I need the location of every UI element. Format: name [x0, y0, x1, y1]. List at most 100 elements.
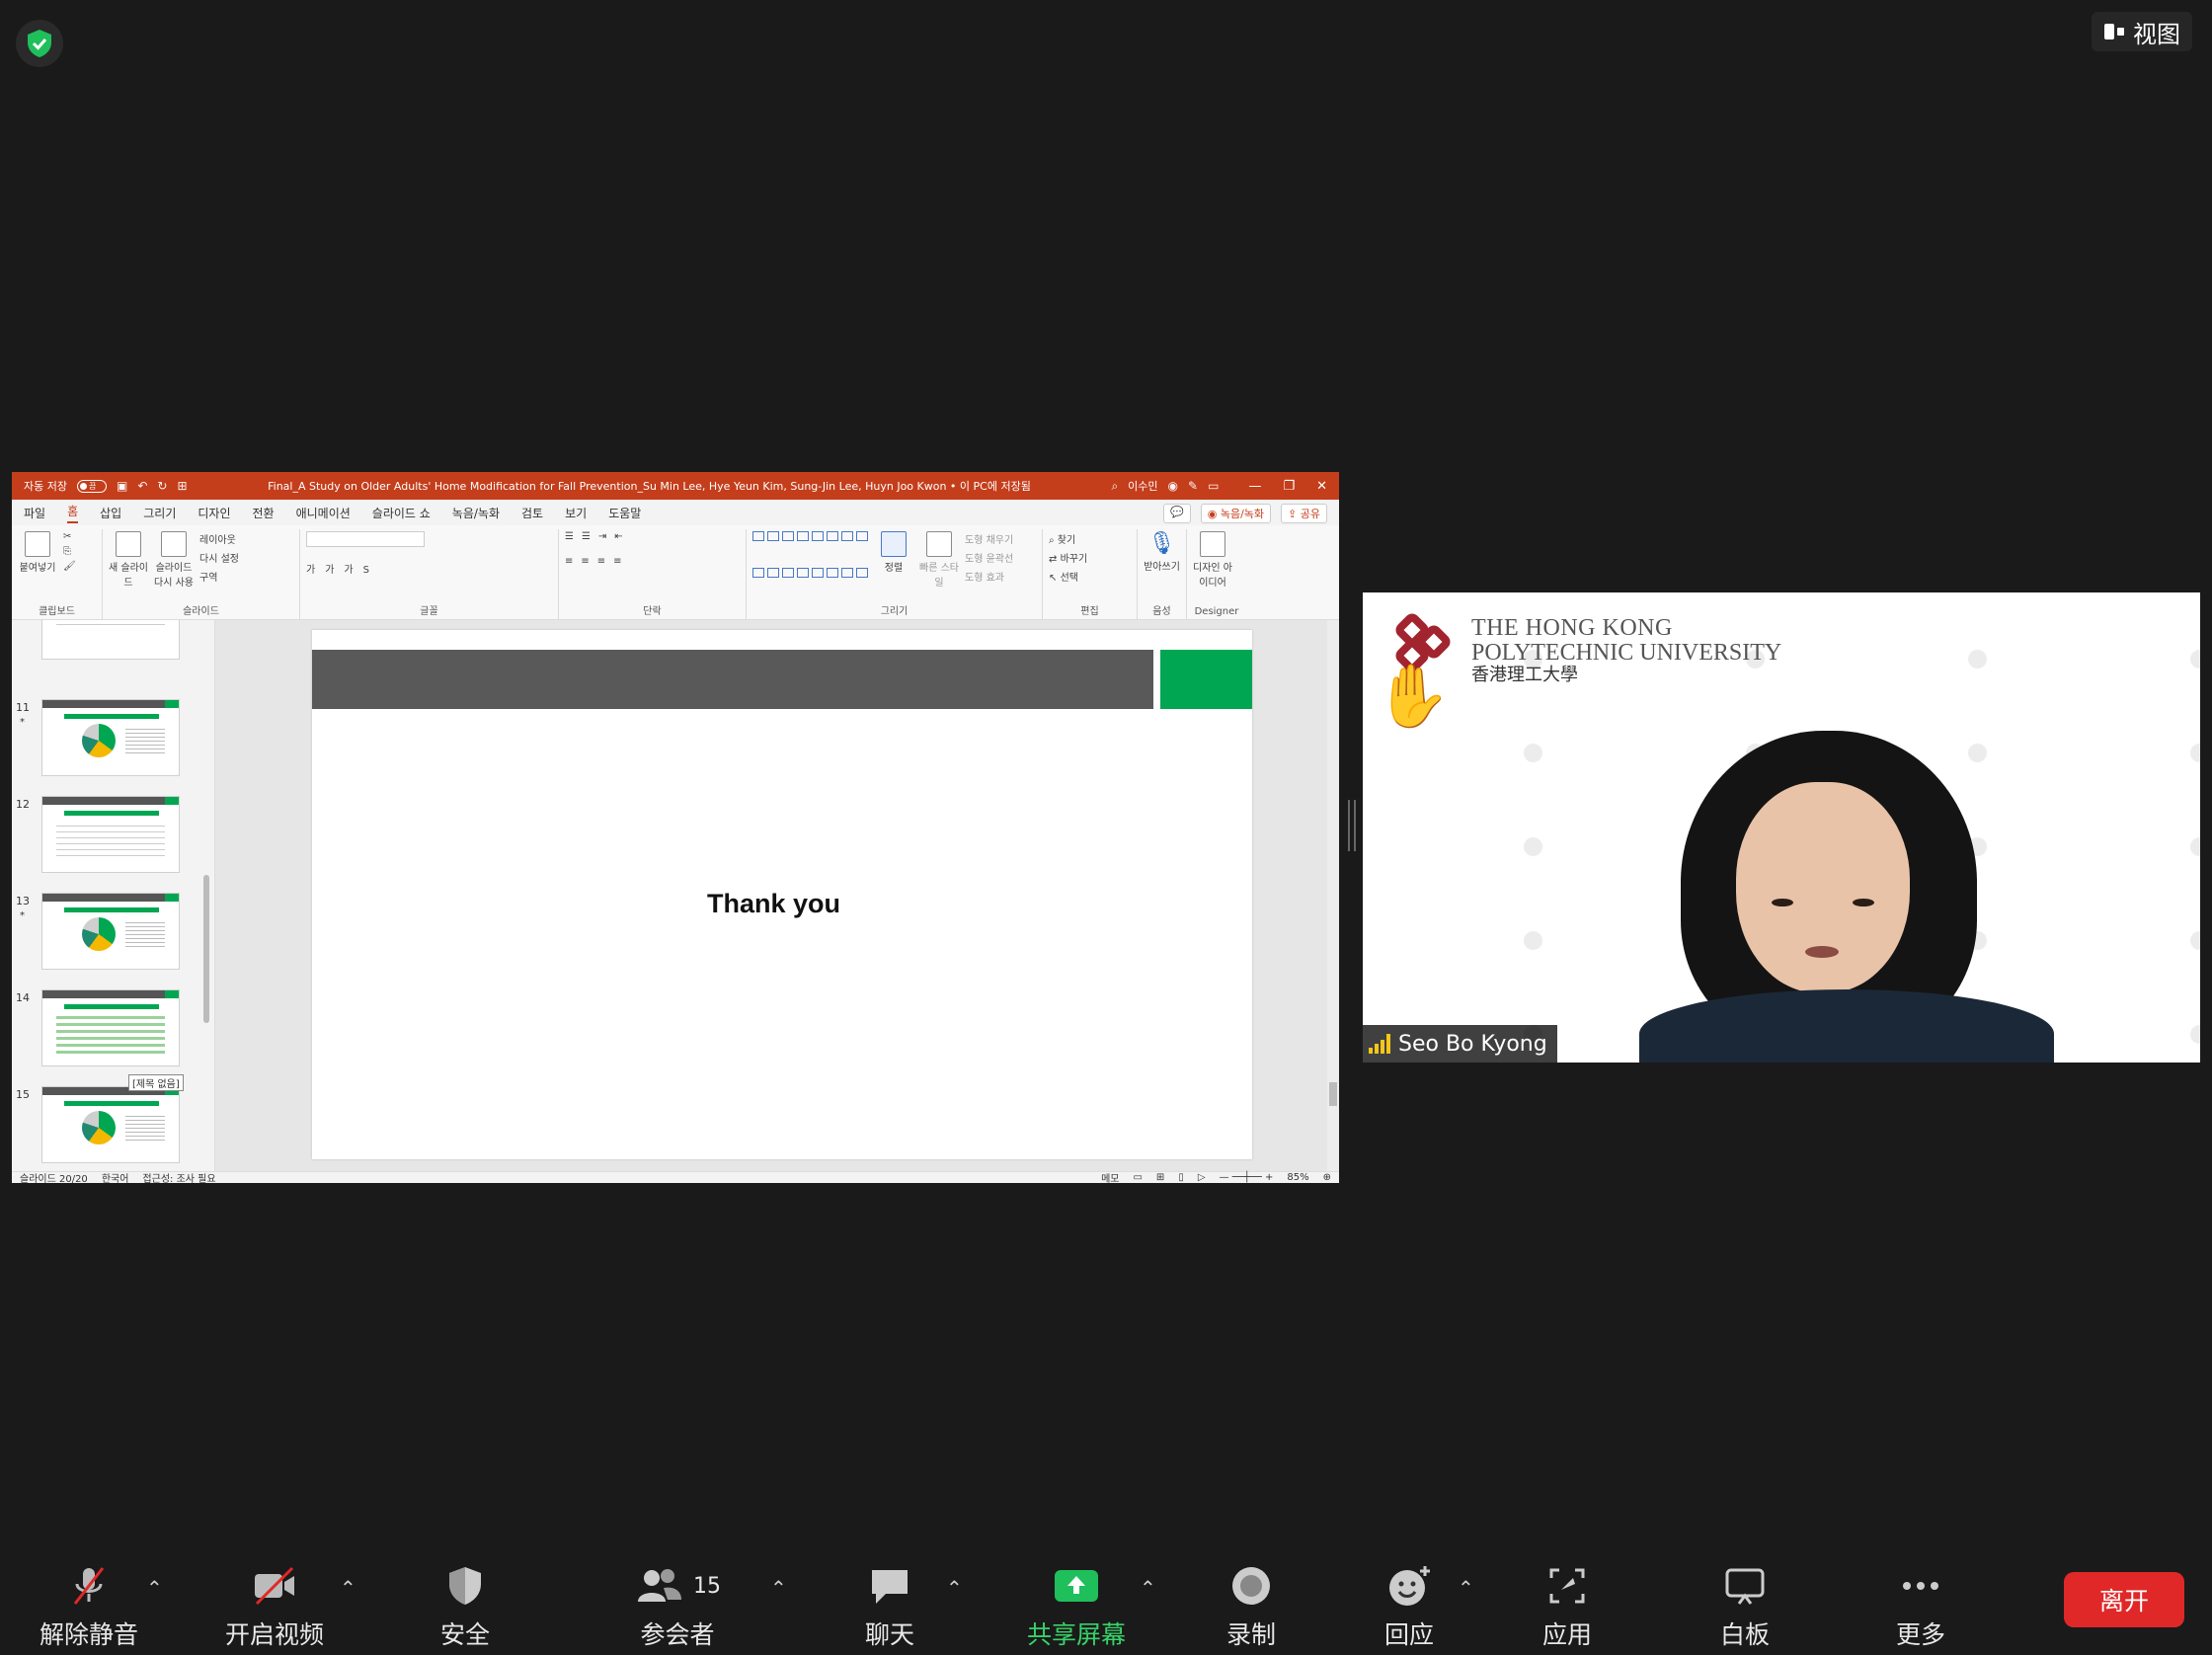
format-painter-icon[interactable]: 🖌 — [63, 561, 76, 572]
language[interactable]: 한국어 — [102, 1170, 129, 1183]
thumbnail-slide-13[interactable]: 13 * — [12, 893, 214, 972]
thumbnail-slide-11[interactable]: 11 * — [12, 699, 214, 778]
find-button[interactable]: ⌕ 찾기 — [1049, 531, 1087, 546]
view-sorter-icon[interactable]: ⊞ — [1156, 1172, 1164, 1183]
apps-button[interactable]: 应用 — [1542, 1564, 1592, 1651]
save-icon[interactable]: ▣ — [117, 479, 127, 493]
video-options-chevron-icon[interactable]: ⌃ — [340, 1576, 356, 1600]
participant-video-tile[interactable]: THE HONG KONG POLYTECHNIC UNIVERSITY 香港理… — [1363, 592, 2200, 1063]
record-button[interactable]: ◉ 녹음/녹화 — [1200, 504, 1272, 523]
slide-editor[interactable]: Thank you — [215, 620, 1339, 1171]
tab-transitions[interactable]: 전환 — [252, 505, 274, 521]
editor-scrollbar[interactable] — [1327, 620, 1339, 1171]
tab-file[interactable]: 파일 — [24, 505, 45, 521]
share-screen-button[interactable]: 共享屏幕 — [1027, 1564, 1126, 1651]
view-button[interactable]: 视图 — [2092, 12, 2192, 51]
thumbnail-slide-12[interactable]: 12 — [12, 796, 214, 875]
cut-icon[interactable]: ✂ — [63, 531, 76, 542]
record-button[interactable]: 录制 — [1226, 1564, 1276, 1651]
tab-slideshow[interactable]: 슬라이드 쇼 — [372, 505, 431, 521]
shape-effects-button[interactable]: 도형 효과 — [965, 569, 1013, 584]
tab-record[interactable]: 녹음/녹화 — [452, 505, 500, 521]
reactions-button[interactable]: 回应 — [1384, 1564, 1434, 1651]
present-icon[interactable]: ⊞ — [177, 479, 187, 493]
view-slideshow-icon[interactable]: ▷ — [1198, 1172, 1206, 1183]
share-button[interactable]: ⇪ 공유 — [1281, 504, 1327, 523]
reactions-chevron-icon[interactable]: ⌃ — [1458, 1576, 1474, 1600]
font-format-buttons[interactable]: 가가가S — [306, 561, 425, 576]
audio-options-chevron-icon[interactable]: ⌃ — [146, 1576, 163, 1600]
close-icon[interactable]: ✕ — [1316, 479, 1327, 494]
start-video-button[interactable]: 开启视频 — [225, 1564, 324, 1651]
thumbnail-scrollbar[interactable] — [201, 628, 211, 1161]
section-button[interactable]: 구역 — [199, 569, 239, 584]
redo-icon[interactable]: ↻ — [157, 479, 167, 493]
chat-button[interactable]: 聊天 — [865, 1564, 914, 1651]
more-button[interactable]: 更多 — [1896, 1564, 1945, 1651]
share-options-chevron-icon[interactable]: ⌃ — [1140, 1576, 1156, 1600]
reuse-slides-button[interactable]: 슬라이드 다시 사용 — [154, 531, 194, 601]
search-icon[interactable]: ⌕ — [1111, 479, 1118, 494]
minimize-icon[interactable]: — — [1248, 479, 1261, 494]
zoom-slider[interactable]: — ──┼── + — [1220, 1172, 1274, 1183]
thumbnail-slide-10[interactable] — [12, 620, 214, 662]
view-normal-icon[interactable]: ▭ — [1133, 1172, 1142, 1183]
pen-icon[interactable]: ✎ — [1188, 479, 1198, 493]
zoom-level[interactable]: 85% — [1287, 1172, 1308, 1183]
avatar[interactable]: ◉ — [1168, 479, 1178, 493]
tab-draw[interactable]: 그리기 — [143, 505, 176, 521]
shared-screen-powerpoint[interactable]: 자동 저장 끔 ▣ ↶ ↻ ⊞ Final_A Study on Older A… — [12, 472, 1339, 1183]
participants-button[interactable]: 15 参会者 — [634, 1564, 721, 1651]
document-title[interactable]: Final_A Study on Older Adults' Home Modi… — [198, 478, 1102, 494]
tab-insert[interactable]: 삽입 — [100, 505, 121, 521]
thumbnail-slide-15[interactable]: 15 — [12, 1086, 214, 1165]
security-shield-icon[interactable] — [16, 20, 63, 67]
paste-button[interactable]: 붙여넣기 — [18, 531, 57, 601]
view-reading-icon[interactable]: ▯ — [1178, 1172, 1184, 1183]
restore-icon[interactable]: ❐ — [1283, 479, 1295, 494]
ribbon-display-icon[interactable]: ▭ — [1208, 479, 1219, 493]
fit-icon[interactable]: ⊕ — [1323, 1172, 1331, 1183]
shapes-gallery[interactable] — [752, 531, 868, 601]
arrange-button[interactable]: 정렬 — [874, 531, 913, 601]
font-name-box[interactable] — [306, 531, 425, 547]
layout-button[interactable]: 레이아웃 — [199, 531, 239, 546]
tab-help[interactable]: 도움말 — [608, 505, 641, 521]
replace-button[interactable]: ⇄ 바꾸기 — [1049, 550, 1087, 565]
quick-styles-button[interactable]: 빠른 스타일 — [919, 531, 959, 601]
scrollbar-thumb[interactable] — [203, 875, 209, 1023]
tab-view[interactable]: 보기 — [565, 505, 587, 521]
whiteboard-button[interactable]: 白板 — [1720, 1564, 1770, 1651]
tab-home[interactable]: 홈 — [67, 503, 79, 523]
thumbnail-slide-14[interactable]: 14 — [12, 989, 214, 1068]
slide-thumbnail-pane[interactable]: 11 * 12 13 * 14 15 [제목 없음] — [12, 620, 215, 1171]
shape-outline-button[interactable]: 도형 윤곽선 — [965, 550, 1013, 565]
dictate-button[interactable]: 🎙 받아쓰기 — [1144, 531, 1180, 601]
scrollbar-thumb[interactable] — [1329, 1082, 1337, 1106]
autosave-toggle[interactable]: 끔 — [76, 479, 107, 493]
tab-design[interactable]: 디자인 — [198, 505, 230, 521]
security-button[interactable]: 安全 — [440, 1564, 490, 1651]
split-divider-handle[interactable] — [1348, 800, 1356, 851]
user-name[interactable]: 이수민 — [1128, 478, 1157, 494]
designer-button[interactable]: 디자인 아이디어 — [1193, 531, 1232, 601]
participants-chevron-icon[interactable]: ⌃ — [770, 1576, 787, 1600]
slide-text[interactable]: Thank you — [707, 889, 840, 919]
align-buttons[interactable]: ≡≡≡≡ — [565, 556, 631, 567]
copy-icon[interactable]: ⎘ — [63, 546, 76, 557]
tab-review[interactable]: 검토 — [521, 505, 543, 521]
shape-fill-button[interactable]: 도형 채우기 — [965, 531, 1013, 546]
list-buttons[interactable]: ☰☰⇥⇤ — [565, 531, 631, 542]
comments-button[interactable]: 💬 — [1163, 504, 1191, 523]
reset-button[interactable]: 다시 설정 — [199, 550, 239, 565]
current-slide[interactable]: Thank you — [312, 630, 1252, 1159]
tab-animations[interactable]: 애니메이션 — [296, 505, 351, 521]
new-slide-button[interactable]: 새 슬라이드 — [109, 531, 148, 601]
select-button[interactable]: ↖ 선택 — [1049, 569, 1087, 584]
chat-chevron-icon[interactable]: ⌃ — [946, 1576, 963, 1600]
undo-icon[interactable]: ↶ — [137, 479, 147, 493]
unmute-button[interactable]: 解除静音 — [40, 1564, 138, 1651]
accessibility[interactable]: 접근성: 조사 필요 — [142, 1170, 215, 1183]
leave-button[interactable]: 离开 — [2064, 1572, 2184, 1627]
notes-button[interactable]: 메모 — [1101, 1170, 1119, 1183]
